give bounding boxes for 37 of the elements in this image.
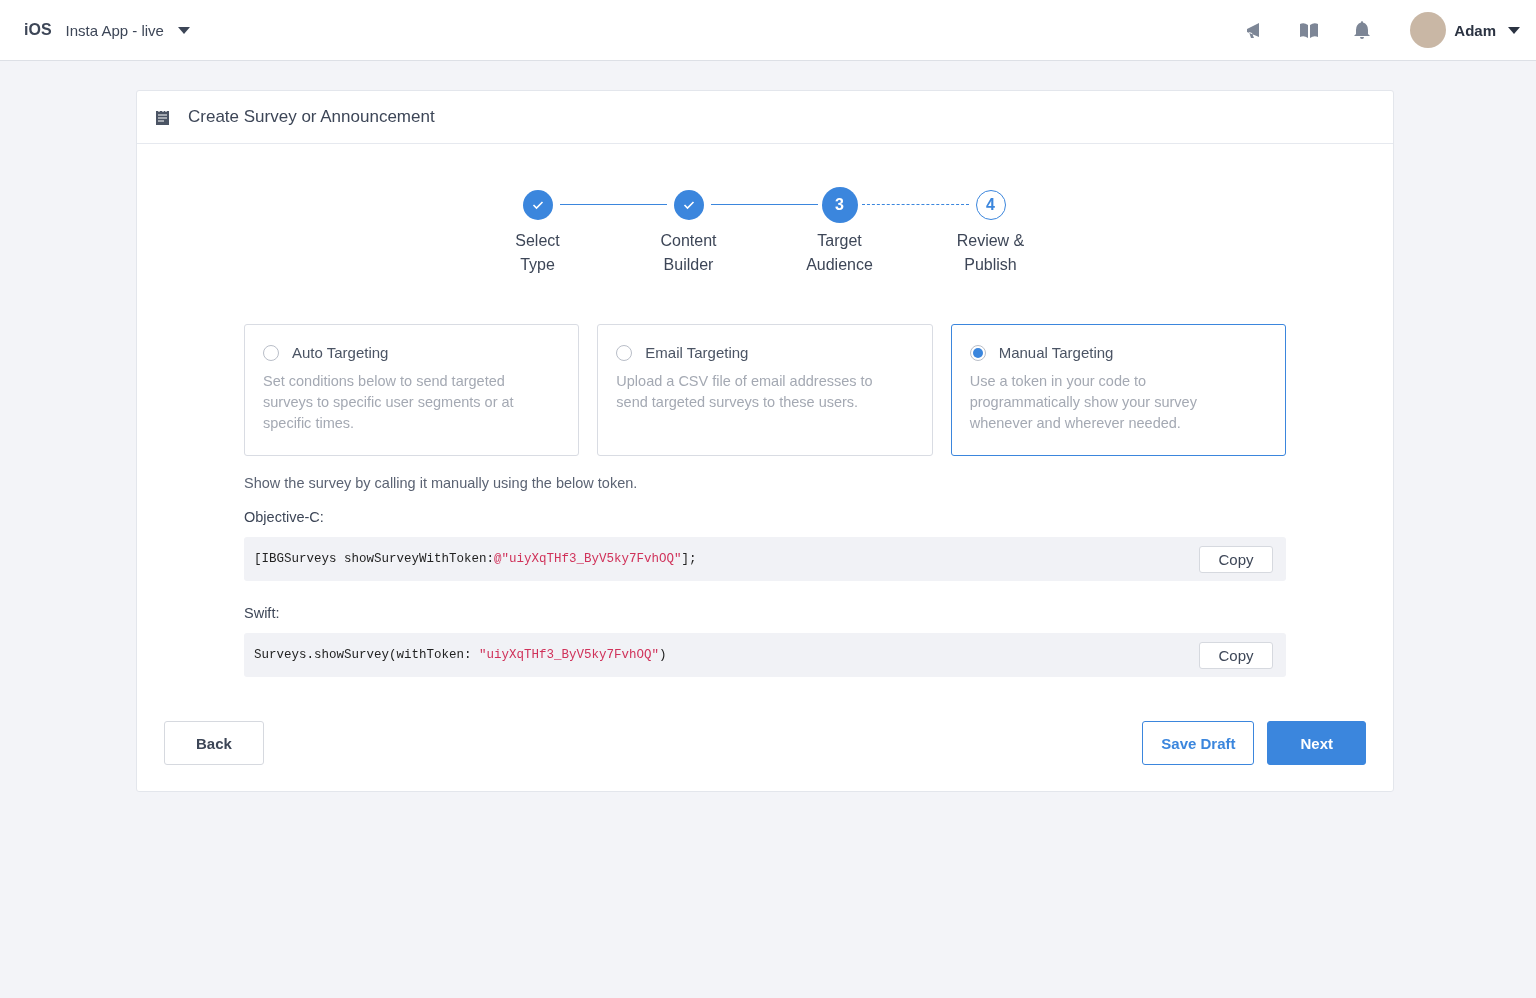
snippet-label: Objective-C: bbox=[244, 509, 325, 525]
avatar[interactable] bbox=[1410, 12, 1447, 48]
snippet-label: Swift: bbox=[244, 605, 281, 621]
instruction-text: Show the survey by calling it manually using the below token. bbox=[244, 475, 639, 491]
step-label: Review & Publish bbox=[956, 231, 1025, 275]
next-button[interactable]: Next bbox=[1267, 721, 1366, 765]
option-description: Set conditions below to send targeted surveys to specific user segments or at specific times. bbox=[263, 372, 515, 433]
step-label: Content Builder bbox=[660, 231, 717, 275]
back-button[interactable]: Back bbox=[164, 721, 264, 765]
step-indicator: 3 bbox=[821, 187, 858, 223]
option-title: Email Targeting bbox=[645, 344, 749, 361]
targeting-option[interactable]: Manual Targeting Use a token in your code to programmatically show your survey whenever and wherever needed. bbox=[950, 324, 1286, 456]
bell-icon[interactable] bbox=[1353, 20, 1372, 40]
book-icon[interactable] bbox=[1299, 22, 1320, 38]
copy-button[interactable]: Copy bbox=[1199, 545, 1273, 573]
app-selector[interactable]: Insta App - live bbox=[65, 21, 190, 39]
code-line: Surveys.showSurvey(withToken: "uiyXqTHf3_ByV5ky7FvhOQ") bbox=[254, 648, 668, 662]
option-description: Use a token in your code to programmatically show your survey whenever and wherever needed. bbox=[969, 372, 1198, 433]
checkmark-icon bbox=[682, 200, 695, 210]
targeting-option[interactable]: Email Targeting Upload a CSV file of email addresses to send targeted surveys to these users. bbox=[597, 324, 933, 456]
card-title: Create Survey or Announcement bbox=[188, 107, 435, 127]
copy-button[interactable]: Copy bbox=[1199, 641, 1273, 669]
option-title: Manual Targeting bbox=[998, 344, 1114, 361]
user-menu[interactable]: Adam bbox=[1454, 21, 1520, 39]
checkmark-icon bbox=[531, 200, 544, 210]
code-line: [IBGSurveys showSurveyWithToken:@"uiyXqTHf3_ByV5ky7FvhOQ"]; bbox=[254, 552, 698, 566]
step-label: Select Type bbox=[515, 231, 560, 275]
step-indicator: 4 bbox=[975, 190, 1006, 220]
caret-icon bbox=[1508, 26, 1520, 34]
targeting-option[interactable]: Auto Targeting Set conditions below to send targeted surveys to specific user segments or at specific times. bbox=[244, 324, 580, 456]
save-draft-button[interactable]: Save Draft bbox=[1142, 721, 1255, 765]
option-description: Upload a CSV file of email addresses to send targeted surveys to these users. bbox=[616, 372, 874, 412]
platform-label: iOS bbox=[24, 21, 52, 39]
notepad-icon bbox=[155, 108, 170, 126]
step-label: Target Audience bbox=[806, 231, 873, 275]
caret-icon bbox=[177, 26, 190, 34]
option-title: Auto Targeting bbox=[292, 344, 389, 361]
